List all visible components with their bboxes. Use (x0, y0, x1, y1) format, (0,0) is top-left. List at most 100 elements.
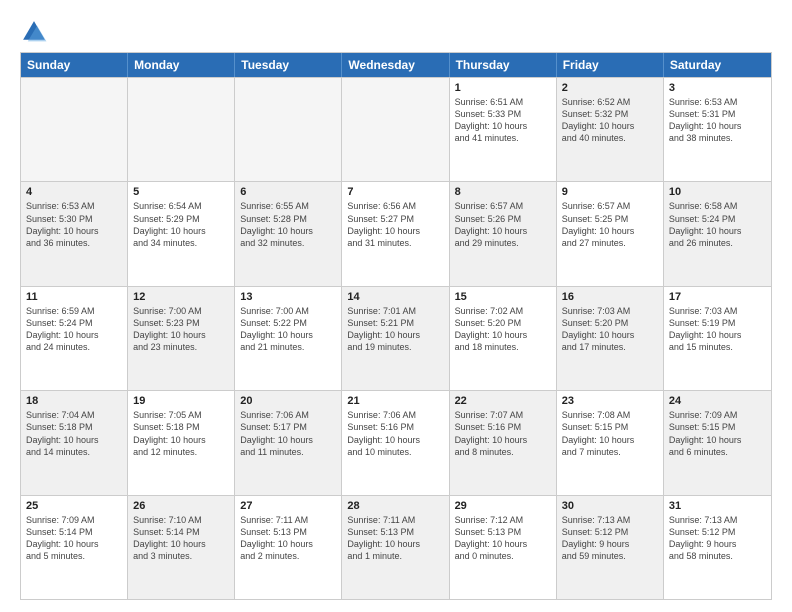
day-info: Sunrise: 7:07 AM Sunset: 5:16 PM Dayligh… (455, 409, 551, 458)
cal-cell (235, 78, 342, 181)
day-number: 26 (133, 500, 229, 512)
day-info: Sunrise: 7:11 AM Sunset: 5:13 PM Dayligh… (240, 514, 336, 563)
cal-cell: 11Sunrise: 6:59 AM Sunset: 5:24 PM Dayli… (21, 287, 128, 390)
cal-cell: 6 Sunrise: 6:55 AM Sunset: 5:28 PM Daylig… (235, 182, 342, 285)
cal-cell: 15Sunrise: 7:02 AM Sunset: 5:20 PM Dayli… (450, 287, 557, 390)
cal-cell: 5 Sunrise: 6:54 AM Sunset: 5:29 PM Daylig… (128, 182, 235, 285)
cal-cell: 12 Sunrise: 7:00 AM Sunset: 5:23 PM Dayli… (128, 287, 235, 390)
day-number: 16 (562, 291, 658, 303)
day-number: 18 (26, 395, 122, 407)
day-info: Sunrise: 7:05 AM Sunset: 5:18 PM Dayligh… (133, 409, 229, 458)
cal-cell (21, 78, 128, 181)
page: SundayMondayTuesdayWednesdayThursdayFrid… (0, 0, 792, 612)
cal-cell: 21 Sunrise: 7:06 AM Sunset: 5:16 PM Dayli… (342, 391, 449, 494)
day-number: 19 (133, 395, 229, 407)
calendar: SundayMondayTuesdayWednesdayThursdayFrid… (20, 52, 772, 600)
day-info: Sunrise: 6:55 AM Sunset: 5:28 PM Dayligh… (240, 200, 336, 249)
cal-cell: 16Sunrise: 7:03 AM Sunset: 5:20 PM Dayli… (557, 287, 664, 390)
day-number: 8 (455, 186, 551, 198)
day-info: Sunrise: 6:51 AM Sunset: 5:33 PM Dayligh… (455, 96, 551, 145)
day-info: Sunrise: 7:00 AM Sunset: 5:23 PM Dayligh… (133, 305, 229, 354)
day-info: Sunrise: 7:00 AM Sunset: 5:22 PM Dayligh… (240, 305, 336, 354)
cal-cell: 30 Sunrise: 7:13 AM Sunset: 5:12 PM Dayli… (557, 496, 664, 599)
cal-cell: 31 Sunrise: 7:13 AM Sunset: 5:12 PM Dayli… (664, 496, 771, 599)
cal-cell: 29Sunrise: 7:12 AM Sunset: 5:13 PM Dayli… (450, 496, 557, 599)
day-number: 9 (562, 186, 658, 198)
day-number: 21 (347, 395, 443, 407)
day-info: Sunrise: 7:03 AM Sunset: 5:19 PM Dayligh… (669, 305, 766, 354)
cal-cell: 9 Sunrise: 6:57 AM Sunset: 5:25 PM Daylig… (557, 182, 664, 285)
cal-cell: 27 Sunrise: 7:11 AM Sunset: 5:13 PM Dayli… (235, 496, 342, 599)
day-number: 27 (240, 500, 336, 512)
day-info: Sunrise: 6:52 AM Sunset: 5:32 PM Dayligh… (562, 96, 658, 145)
logo (20, 18, 54, 46)
cal-cell: 4 Sunrise: 6:53 AM Sunset: 5:30 PM Daylig… (21, 182, 128, 285)
cal-week-2: 4 Sunrise: 6:53 AM Sunset: 5:30 PM Daylig… (21, 181, 771, 285)
logo-icon (20, 18, 48, 46)
cal-week-4: 18 Sunrise: 7:04 AM Sunset: 5:18 PM Dayli… (21, 390, 771, 494)
cal-cell: 28 Sunrise: 7:11 AM Sunset: 5:13 PM Dayli… (342, 496, 449, 599)
day-number: 5 (133, 186, 229, 198)
day-number: 4 (26, 186, 122, 198)
day-number: 13 (240, 291, 336, 303)
cal-cell: 8 Sunrise: 6:57 AM Sunset: 5:26 PM Daylig… (450, 182, 557, 285)
day-info: Sunrise: 6:54 AM Sunset: 5:29 PM Dayligh… (133, 200, 229, 249)
day-info: Sunrise: 7:12 AM Sunset: 5:13 PM Dayligh… (455, 514, 551, 563)
day-number: 15 (455, 291, 551, 303)
cal-cell: 1 Sunrise: 6:51 AM Sunset: 5:33 PM Daylig… (450, 78, 557, 181)
day-number: 12 (133, 291, 229, 303)
day-number: 23 (562, 395, 658, 407)
day-info: Sunrise: 7:13 AM Sunset: 5:12 PM Dayligh… (669, 514, 766, 563)
day-info: Sunrise: 6:58 AM Sunset: 5:24 PM Dayligh… (669, 200, 766, 249)
day-number: 7 (347, 186, 443, 198)
cal-cell: 10 Sunrise: 6:58 AM Sunset: 5:24 PM Dayli… (664, 182, 771, 285)
cal-cell: 3Sunrise: 6:53 AM Sunset: 5:31 PM Daylig… (664, 78, 771, 181)
cal-cell: 2Sunrise: 6:52 AM Sunset: 5:32 PM Daylig… (557, 78, 664, 181)
day-number: 14 (347, 291, 443, 303)
day-number: 17 (669, 291, 766, 303)
day-info: Sunrise: 7:01 AM Sunset: 5:21 PM Dayligh… (347, 305, 443, 354)
day-info: Sunrise: 7:10 AM Sunset: 5:14 PM Dayligh… (133, 514, 229, 563)
day-info: Sunrise: 7:04 AM Sunset: 5:18 PM Dayligh… (26, 409, 122, 458)
day-info: Sunrise: 6:57 AM Sunset: 5:25 PM Dayligh… (562, 200, 658, 249)
day-number: 28 (347, 500, 443, 512)
day-number: 3 (669, 82, 766, 94)
day-info: Sunrise: 7:09 AM Sunset: 5:14 PM Dayligh… (26, 514, 122, 563)
cal-header-sunday: Sunday (21, 53, 128, 77)
day-number: 25 (26, 500, 122, 512)
day-number: 30 (562, 500, 658, 512)
day-info: Sunrise: 6:57 AM Sunset: 5:26 PM Dayligh… (455, 200, 551, 249)
day-info: Sunrise: 7:08 AM Sunset: 5:15 PM Dayligh… (562, 409, 658, 458)
day-info: Sunrise: 6:59 AM Sunset: 5:24 PM Dayligh… (26, 305, 122, 354)
cal-cell: 13 Sunrise: 7:00 AM Sunset: 5:22 PM Dayli… (235, 287, 342, 390)
cal-cell: 20 Sunrise: 7:06 AM Sunset: 5:17 PM Dayli… (235, 391, 342, 494)
cal-cell (342, 78, 449, 181)
day-info: Sunrise: 7:11 AM Sunset: 5:13 PM Dayligh… (347, 514, 443, 563)
day-number: 1 (455, 82, 551, 94)
day-info: Sunrise: 7:06 AM Sunset: 5:17 PM Dayligh… (240, 409, 336, 458)
day-info: Sunrise: 7:09 AM Sunset: 5:15 PM Dayligh… (669, 409, 766, 458)
cal-header-saturday: Saturday (664, 53, 771, 77)
calendar-header-row: SundayMondayTuesdayWednesdayThursdayFrid… (21, 53, 771, 77)
cal-week-3: 11Sunrise: 6:59 AM Sunset: 5:24 PM Dayli… (21, 286, 771, 390)
day-number: 22 (455, 395, 551, 407)
cal-header-friday: Friday (557, 53, 664, 77)
day-number: 6 (240, 186, 336, 198)
day-info: Sunrise: 7:06 AM Sunset: 5:16 PM Dayligh… (347, 409, 443, 458)
cal-cell: 24 Sunrise: 7:09 AM Sunset: 5:15 PM Dayli… (664, 391, 771, 494)
calendar-body: 1 Sunrise: 6:51 AM Sunset: 5:33 PM Daylig… (21, 77, 771, 599)
cal-cell: 26 Sunrise: 7:10 AM Sunset: 5:14 PM Dayli… (128, 496, 235, 599)
cal-cell: 18 Sunrise: 7:04 AM Sunset: 5:18 PM Dayli… (21, 391, 128, 494)
cal-cell: 19 Sunrise: 7:05 AM Sunset: 5:18 PM Dayli… (128, 391, 235, 494)
cal-header-thursday: Thursday (450, 53, 557, 77)
day-info: Sunrise: 6:53 AM Sunset: 5:30 PM Dayligh… (26, 200, 122, 249)
cal-cell: 17 Sunrise: 7:03 AM Sunset: 5:19 PM Dayli… (664, 287, 771, 390)
day-number: 31 (669, 500, 766, 512)
day-number: 24 (669, 395, 766, 407)
cal-header-monday: Monday (128, 53, 235, 77)
cal-cell: 25 Sunrise: 7:09 AM Sunset: 5:14 PM Dayli… (21, 496, 128, 599)
day-number: 10 (669, 186, 766, 198)
cal-cell: 14 Sunrise: 7:01 AM Sunset: 5:21 PM Dayli… (342, 287, 449, 390)
day-info: Sunrise: 7:13 AM Sunset: 5:12 PM Dayligh… (562, 514, 658, 563)
day-number: 20 (240, 395, 336, 407)
